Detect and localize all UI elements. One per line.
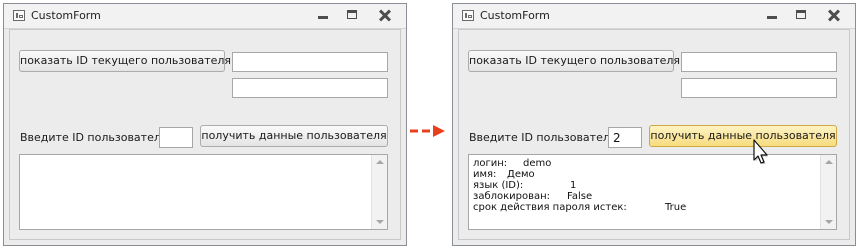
output-line-login: логин: demo <box>473 158 551 169</box>
close-icon[interactable] <box>376 7 394 23</box>
maximize-icon[interactable] <box>793 8 809 22</box>
show-current-user-id-button[interactable]: показать ID текущего пользователя <box>19 50 231 72</box>
output-key: заблокирован: <box>473 191 551 202</box>
get-user-data-button[interactable]: получить данные пользователя <box>200 125 388 147</box>
output-key: срок действия пароля истек: <box>473 202 627 213</box>
vertical-scrollbar[interactable] <box>820 155 836 229</box>
user-id-label: Введите ID пользователя <box>20 131 168 144</box>
form-client-area: показать ID текущего пользователя Введит… <box>458 29 850 240</box>
custom-form-window-after: CustomForm показать ID текущего пользова… <box>452 3 856 246</box>
current-user-name-field[interactable] <box>232 78 388 98</box>
user-data-output[interactable] <box>19 154 388 230</box>
window-title: CustomForm <box>480 9 550 22</box>
scroll-up-icon[interactable] <box>825 160 833 164</box>
form-icon <box>462 10 474 21</box>
scroll-down-icon[interactable] <box>825 220 833 224</box>
user-id-label: Введите ID пользователя <box>469 131 617 144</box>
minimize-icon[interactable] <box>764 8 780 22</box>
custom-form-window-before: CustomForm показать ID текущего пользова… <box>3 3 407 246</box>
user-id-input[interactable] <box>159 127 193 148</box>
show-current-user-id-button[interactable]: показать ID текущего пользователя <box>468 50 680 72</box>
output-line-password-expired: срок действия пароля истек: True <box>473 202 686 213</box>
output-value: True <box>665 202 687 213</box>
scroll-down-icon[interactable] <box>376 220 384 224</box>
output-key: язык (ID): <box>473 180 524 191</box>
current-user-name-field[interactable] <box>681 78 837 98</box>
minimize-icon[interactable] <box>315 8 331 22</box>
user-id-input[interactable] <box>608 127 642 148</box>
form-client-area: показать ID текущего пользователя Введит… <box>9 29 401 240</box>
form-icon <box>13 10 25 21</box>
title-bar: CustomForm <box>4 4 406 29</box>
current-user-id-field[interactable] <box>681 52 837 72</box>
output-value: 1 <box>570 180 577 191</box>
mouse-pointer-icon <box>753 139 768 165</box>
maximize-icon[interactable] <box>344 8 360 22</box>
output-value: demo <box>523 158 552 169</box>
output-value: False <box>567 191 593 202</box>
arrow-right-icon <box>410 125 445 137</box>
scroll-up-icon[interactable] <box>376 160 384 164</box>
vertical-scrollbar[interactable] <box>371 155 387 229</box>
user-data-output[interactable]: логин: demo имя: Демо язык (ID): 1 забло… <box>468 154 837 230</box>
output-line-name: имя: Демо <box>473 169 535 180</box>
output-line-locked: заблокирован: False <box>473 191 592 202</box>
get-user-data-button[interactable]: получить данные пользователя <box>649 125 837 147</box>
title-bar: CustomForm <box>453 4 855 29</box>
output-key: логин: <box>473 158 508 169</box>
window-title: CustomForm <box>31 9 101 22</box>
output-value: Демо <box>507 169 535 180</box>
current-user-id-field[interactable] <box>232 52 388 72</box>
output-key: имя: <box>473 169 497 180</box>
close-icon[interactable] <box>825 7 843 23</box>
output-line-language: язык (ID): 1 <box>473 180 576 191</box>
